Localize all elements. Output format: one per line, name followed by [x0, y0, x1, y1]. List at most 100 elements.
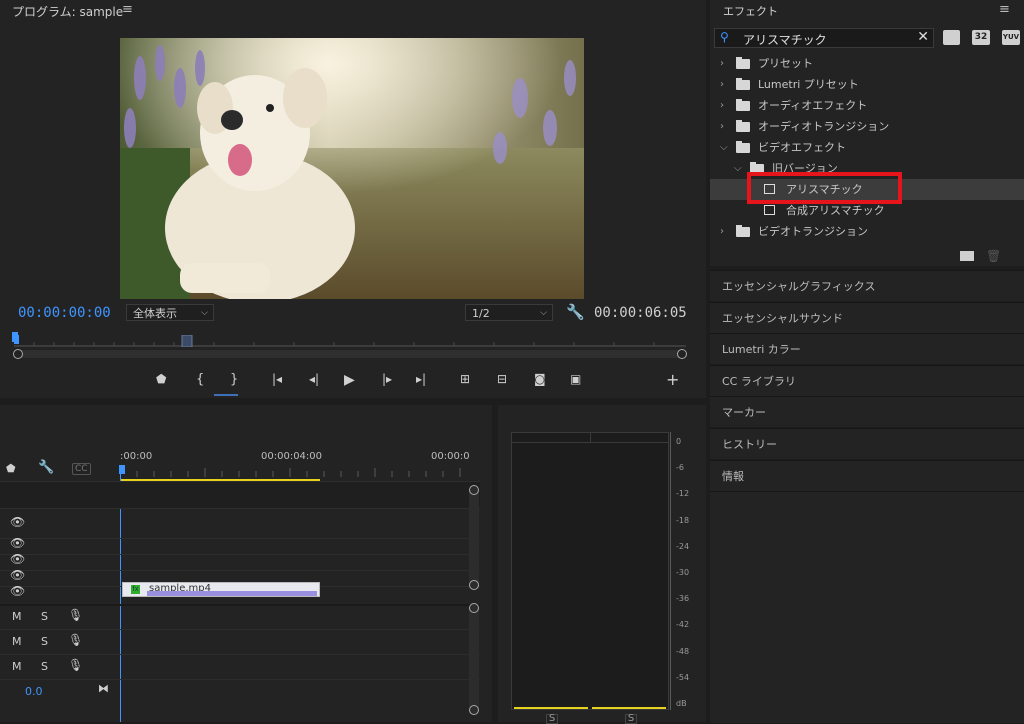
- hamburger-menu-icon[interactable]: ≡: [122, 2, 133, 17]
- solo-left-button[interactable]: S: [546, 714, 558, 724]
- meter-scale-label: -48: [676, 646, 690, 656]
- effects-panel-title[interactable]: エフェクト: [723, 3, 778, 19]
- go-to-out-icon[interactable]: ▸|: [416, 372, 426, 386]
- chevron-right-icon[interactable]: ›: [720, 53, 724, 74]
- chevron-right-icon[interactable]: ›: [720, 116, 724, 137]
- search-input-value[interactable]: アリスマチック: [743, 31, 827, 48]
- program-panel-title[interactable]: プログラム: sample: [12, 3, 123, 20]
- extract-icon[interactable]: ⊟: [497, 372, 507, 386]
- scrollbar-left-handle[interactable]: [13, 349, 23, 359]
- captions-icon[interactable]: CC: [72, 463, 91, 475]
- track-row: [0, 679, 480, 705]
- tree-item[interactable]: › Lumetri プリセット: [710, 74, 1024, 95]
- folder-icon: [736, 225, 750, 237]
- scrollbar-top-handle[interactable]: [469, 603, 479, 613]
- track-row: [0, 508, 480, 539]
- comparison-view-icon[interactable]: ▣: [570, 372, 581, 386]
- lift-icon[interactable]: ⊞: [460, 372, 470, 386]
- wrench-settings-icon[interactable]: 🔧: [566, 303, 585, 321]
- scrollbar-bottom-handle[interactable]: [469, 580, 479, 590]
- export-frame-camera-icon[interactable]: ◙: [534, 372, 546, 386]
- meter-scale-label: -36: [676, 594, 690, 604]
- solo-button[interactable]: S: [41, 635, 48, 648]
- chevron-down-icon[interactable]: ⌵: [720, 137, 728, 158]
- scrollbar-top-handle[interactable]: [469, 485, 479, 495]
- video-preview: [120, 38, 584, 299]
- scrollbar-right-handle[interactable]: [677, 349, 687, 359]
- timeline-ruler[interactable]: [120, 465, 480, 477]
- yuv-effects-icon[interactable]: YUV: [1002, 30, 1020, 45]
- button-editor-plus-icon[interactable]: +: [666, 370, 679, 389]
- tree-item[interactable]: › プリセット: [710, 53, 1024, 74]
- eye-icon[interactable]: 👁: [10, 552, 25, 566]
- new-bin-folder-icon[interactable]: [960, 251, 974, 261]
- search-icon: ⚲: [720, 30, 729, 44]
- folder-icon: [736, 120, 750, 132]
- 32bit-effects-icon[interactable]: 32: [972, 30, 990, 45]
- mute-button[interactable]: M: [12, 610, 22, 623]
- mute-button[interactable]: M: [12, 635, 22, 648]
- mark-out-icon[interactable]: }: [230, 372, 238, 387]
- play-icon[interactable]: ▶: [344, 372, 355, 388]
- meter-scale-label: -18: [676, 515, 690, 525]
- side-panel-tab[interactable]: CC ライブラリ: [710, 364, 1024, 396]
- eye-icon[interactable]: 👁: [10, 568, 25, 582]
- timeline-marker-icon[interactable]: ⬟: [6, 462, 16, 475]
- tree-item[interactable]: › ビデオトランジション: [710, 221, 1024, 242]
- solo-right-button[interactable]: S: [625, 714, 637, 724]
- chevron-right-icon[interactable]: ›: [720, 221, 724, 242]
- microphone-icon[interactable]: 🎙: [68, 608, 83, 622]
- zoom-select[interactable]: 全体表示 ⌵: [126, 304, 214, 321]
- tree-item-label: ビデオトランジション: [758, 225, 868, 238]
- eye-icon[interactable]: 👁: [10, 536, 25, 550]
- side-panel-tab[interactable]: Lumetri カラー: [710, 333, 1024, 365]
- side-panel-tab[interactable]: 情報: [710, 459, 1024, 491]
- tree-item[interactable]: ⌵ ビデオエフェクト: [710, 137, 1024, 158]
- side-panel-tab[interactable]: エッセンシャルサウンド: [710, 301, 1024, 333]
- current-timecode[interactable]: 00:00:00:00: [18, 305, 111, 321]
- effect-preset-icon: [764, 205, 775, 215]
- clear-search-icon[interactable]: ✕: [917, 29, 929, 45]
- tree-item-label: オーディオエフェクト: [758, 99, 868, 112]
- trash-icon[interactable]: 🗑: [986, 249, 1001, 263]
- add-marker-icon[interactable]: ⬟: [156, 372, 166, 386]
- scrollbar-bottom-handle[interactable]: [469, 705, 479, 715]
- audio-tracks-scrollbar[interactable]: [469, 603, 479, 715]
- step-forward-icon[interactable]: |▸: [382, 372, 392, 386]
- eye-icon[interactable]: 👁: [10, 515, 25, 529]
- go-to-in-icon[interactable]: |◂: [272, 372, 282, 386]
- tree-item[interactable]: › オーディオトランジション: [710, 116, 1024, 137]
- master-volume-value[interactable]: 0.0: [25, 685, 43, 698]
- chevron-down-icon[interactable]: ⌵: [734, 158, 742, 179]
- program-time-ruler[interactable]: [14, 335, 686, 347]
- solo-button[interactable]: S: [41, 660, 48, 673]
- chevron-right-icon[interactable]: ›: [720, 95, 724, 116]
- accelerated-effects-icon[interactable]: [943, 30, 960, 45]
- track-row: [0, 481, 480, 509]
- tree-item[interactable]: › オーディオエフェクト: [710, 95, 1024, 116]
- bowtie-icon[interactable]: ⧓: [98, 682, 109, 695]
- playhead-marker[interactable]: [12, 332, 18, 342]
- video-clip[interactable]: fx sample.mp4: [122, 582, 320, 597]
- mute-button[interactable]: M: [12, 660, 22, 673]
- step-back-icon[interactable]: ◂|: [309, 372, 319, 386]
- side-panel-tab[interactable]: ヒストリー: [710, 428, 1024, 459]
- track-row: [0, 554, 480, 571]
- program-zoom-scrollbar[interactable]: [13, 349, 687, 359]
- effects-search-field[interactable]: ⚲ アリスマチック ✕: [714, 28, 934, 48]
- wrench-settings-icon[interactable]: 🔧: [38, 460, 54, 475]
- ruler-label-0: 00:00: [123, 451, 153, 462]
- side-panel-tab[interactable]: マーカー: [710, 396, 1024, 428]
- mark-in-icon[interactable]: {: [196, 372, 204, 387]
- video-tracks-scrollbar[interactable]: [469, 485, 479, 590]
- tree-item-label: Lumetri プリセット: [758, 78, 859, 91]
- microphone-icon[interactable]: 🎙: [68, 658, 83, 672]
- side-panel-tab[interactable]: エッセンシャルグラフィックス: [710, 270, 1024, 301]
- chevron-right-icon[interactable]: ›: [720, 74, 724, 95]
- resolution-select[interactable]: 1/2 ⌵: [465, 304, 553, 321]
- hamburger-menu-icon[interactable]: ≡: [999, 2, 1010, 17]
- ruler-label-end: 00:00:0: [431, 451, 470, 462]
- microphone-icon[interactable]: 🎙: [68, 633, 83, 647]
- solo-button[interactable]: S: [41, 610, 48, 623]
- eye-icon[interactable]: 👁: [10, 584, 25, 598]
